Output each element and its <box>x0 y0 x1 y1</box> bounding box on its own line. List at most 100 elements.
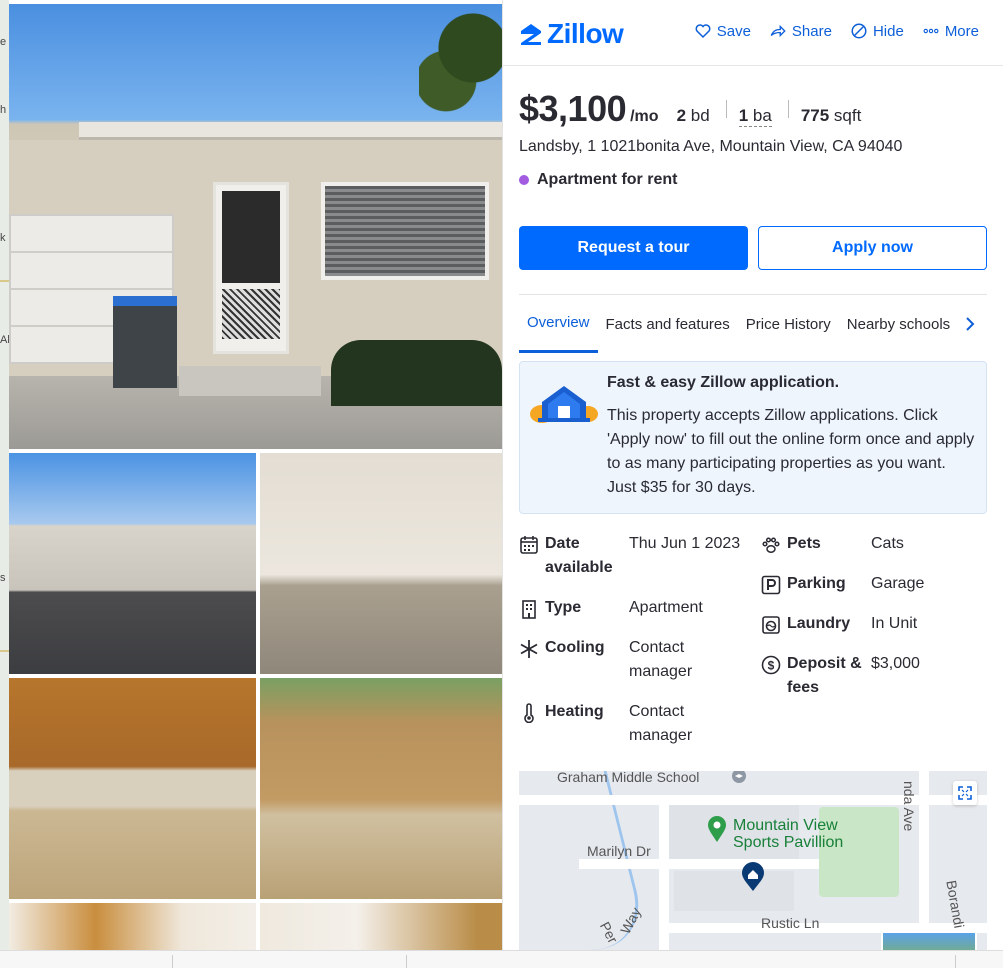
map-strip-label: e <box>0 36 7 48</box>
tab-overview[interactable]: Overview <box>519 295 598 353</box>
tab-facts-and-features[interactable]: Facts and features <box>598 295 738 353</box>
fact-laundry: Laundry In Unit <box>761 612 987 643</box>
status-label: Apartment for rent <box>537 171 678 188</box>
map-strip-label: s <box>0 572 6 584</box>
price-unit: /mo <box>630 108 659 125</box>
share-button[interactable]: Share <box>769 22 832 40</box>
fact-pets: Pets Cats <box>761 532 987 563</box>
tab-nearby-schools[interactable]: Nearby schools <box>839 295 958 353</box>
building-icon <box>522 600 536 619</box>
zillow-application-card: Fast & easy Zillow application. This pro… <box>519 361 987 514</box>
baths[interactable]: 1 ba <box>738 106 772 127</box>
zillow-logo-icon <box>521 24 541 45</box>
home-location-pin-icon[interactable] <box>741 862 765 892</box>
hide-icon <box>851 23 867 39</box>
thermometer-icon <box>524 703 534 724</box>
application-card-text: This property accepts Zillow application… <box>607 407 975 496</box>
house-application-icon <box>530 386 598 423</box>
gallery-photo-exterior[interactable] <box>9 453 256 674</box>
share-icon <box>770 24 786 38</box>
save-button[interactable]: Save <box>694 22 751 40</box>
listing-address: Landsby, 1 1021bonita Ave, Mountain View… <box>519 138 903 155</box>
washer-icon <box>762 616 780 634</box>
background-map-strip[interactable]: e h k Al s <box>0 0 10 968</box>
listing-status: Apartment for rent <box>519 171 677 189</box>
hide-label: Hide <box>872 22 904 40</box>
fact-key: Deposit & fees <box>787 655 862 696</box>
map-strip-road <box>0 280 9 282</box>
gallery-photo-room-2[interactable] <box>260 903 502 950</box>
sqft-count: 775 <box>800 106 830 125</box>
gallery-photo-living-room[interactable] <box>260 453 502 674</box>
map-strip-road <box>0 650 9 652</box>
fact-parking: Parking Garage <box>761 572 987 603</box>
application-card-heading: Fast & easy Zillow application. <box>607 374 840 391</box>
fact-value: Thu Jun 1 2023 <box>629 535 741 552</box>
tab-price-history[interactable]: Price History <box>738 295 839 353</box>
calendar-icon <box>520 536 538 554</box>
snowflake-icon <box>520 640 538 658</box>
price-summary: $3,100 /mo 2 bd 1 ba 775 sqft <box>519 88 865 130</box>
school-pin-icon <box>732 771 746 783</box>
header-actions: Save Share Hide More <box>694 22 979 40</box>
photo-roof <box>79 122 502 140</box>
dollar-icon: $ <box>761 655 781 675</box>
divider <box>725 100 727 118</box>
map-label-rustic-ln: Rustic Ln <box>761 915 820 931</box>
fact-value: Contact manager <box>629 703 693 744</box>
detail-tabs: Overview Facts and features Price Histor… <box>519 294 987 353</box>
map-label-borandi: Borandi <box>943 879 968 930</box>
listing-detail-panel: Zillow Save Share Hide More $3,100 /mo 2… <box>502 0 1003 968</box>
map-expand-button[interactable] <box>953 781 977 805</box>
status-dot-icon <box>519 175 529 185</box>
street-view-thumbnail[interactable] <box>881 931 977 950</box>
map-label-park-line-2: Sports Pavillion <box>733 834 844 851</box>
zillow-logo[interactable]: Zillow <box>519 18 624 50</box>
paw-icon <box>762 537 780 553</box>
beds-unit: bd <box>690 106 710 125</box>
fact-heating: Heating Contact manager <box>519 700 749 744</box>
fact-value: $3,000 <box>871 655 920 672</box>
request-tour-button[interactable]: Request a tour <box>519 226 748 270</box>
fact-key: Type <box>545 599 582 616</box>
gallery-photo-room-1[interactable] <box>9 903 256 950</box>
map-label-park-line-1: Mountain View <box>733 817 838 834</box>
more-icon <box>923 28 939 34</box>
park-pin-icon <box>708 816 726 842</box>
hide-button[interactable]: Hide <box>850 22 904 40</box>
rent-price: $3,100 <box>519 88 627 129</box>
photo-trash-bin <box>113 296 177 388</box>
fact-date-available: Date available Thu Jun 1 2023 <box>519 532 749 580</box>
chevron-right-icon <box>966 316 975 331</box>
map-strip-label: h <box>0 104 7 116</box>
panel-header: Zillow Save Share Hide More <box>503 0 1003 66</box>
baths-unit: ba <box>752 106 772 125</box>
fact-cooling: Cooling Contact manager <box>519 636 749 680</box>
svg-text:$: $ <box>768 659 775 673</box>
map-label-school: Graham Middle School <box>557 771 700 785</box>
photo-window <box>321 182 489 280</box>
fact-value: Cats <box>871 535 904 552</box>
more-button[interactable]: More <box>922 22 979 40</box>
beds-count: 2 <box>676 106 687 125</box>
expand-icon <box>958 786 972 800</box>
gallery-photo-kitchen[interactable] <box>9 678 256 899</box>
fact-value: Apartment <box>629 599 703 616</box>
fact-key: Date available <box>545 535 613 576</box>
photo-step <box>179 366 321 396</box>
fact-key: Pets <box>787 535 821 552</box>
fact-key: Cooling <box>545 639 605 656</box>
sqft: 775 sqft <box>801 106 862 126</box>
fact-deposit-fees: $ Deposit & fees $3,000 <box>761 652 987 700</box>
photo-gallery <box>9 4 502 950</box>
fact-value: Contact manager <box>629 639 693 680</box>
location-map[interactable]: Graham Middle School Mountain View Sport… <box>519 771 987 950</box>
gallery-photo-kitchen-patio[interactable] <box>260 678 502 899</box>
main-photo[interactable] <box>9 4 502 449</box>
photo-front-door <box>213 182 289 354</box>
tabs-next-button[interactable] <box>958 295 982 352</box>
fact-value: In Unit <box>871 615 918 632</box>
fact-key: Parking <box>787 575 846 592</box>
divider <box>787 100 789 118</box>
apply-now-button[interactable]: Apply now <box>758 226 987 270</box>
